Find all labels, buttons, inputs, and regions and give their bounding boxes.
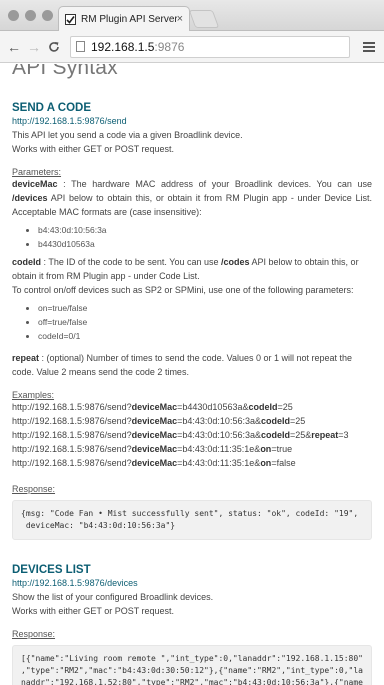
- devices-response-code: [{"name":"Living room remote ","int_type…: [12, 645, 372, 685]
- param-repeat-name: repeat: [12, 353, 40, 363]
- param-codeid-text: : The ID of the code to be sent. You can…: [41, 257, 221, 267]
- param-devicemac-text: : The hardware MAC address of your Broad…: [57, 179, 372, 189]
- back-button[interactable]: ←: [6, 39, 22, 55]
- devices-api-ref: /devices: [12, 193, 48, 203]
- onoff-text: To control on/off devices such as SP2 or…: [12, 285, 354, 295]
- param-devicemac-name: deviceMac: [12, 179, 58, 189]
- browser-tab[interactable]: RM Plugin API Server ×: [58, 6, 190, 31]
- page-title: API Syntax: [12, 64, 118, 79]
- list-item: on=true/false: [38, 301, 372, 315]
- param-repeat-text: : (optional) Number of times to send the…: [12, 353, 353, 377]
- list-item: b4:43:0d:10:56:3a: [38, 223, 372, 237]
- window-titlebar: RM Plugin API Server ×: [0, 0, 384, 31]
- tab-title: RM Plugin API Server: [81, 13, 177, 25]
- tab-close-icon[interactable]: ×: [177, 13, 183, 25]
- send-heading: SEND A CODE: [12, 102, 92, 114]
- zoom-window-button[interactable]: [42, 10, 53, 21]
- onoff-params-list: on=true/false off=true/false codeId=0/1: [38, 301, 372, 343]
- minimize-window-button[interactable]: [25, 10, 36, 21]
- close-window-button[interactable]: [8, 10, 19, 21]
- send-response-label: Response:: [12, 484, 56, 494]
- page-content: API Syntax SEND A CODE http://192.168.1.…: [0, 64, 384, 685]
- send-desc-1: This API let you send a code via a given…: [12, 130, 243, 140]
- codes-api-ref: /codes: [220, 257, 250, 267]
- browser-toolbar: ← → 192.168.1.5:9876: [0, 31, 384, 63]
- example-line[interactable]: http://192.168.1.5:9876/send?deviceMac=b…: [12, 414, 372, 428]
- send-response-code: {msg: "Code Fan • Mist successfully sent…: [12, 500, 372, 540]
- favicon-icon: [65, 13, 76, 25]
- devices-heading: DEVICES LIST: [12, 564, 91, 576]
- menu-icon[interactable]: [360, 41, 378, 52]
- list-item: codeId=0/1: [38, 329, 372, 343]
- address-bar[interactable]: 192.168.1.5:9876: [70, 35, 350, 58]
- list-item: b4430d10563a: [38, 237, 372, 251]
- examples-list: http://192.168.1.5:9876/send?deviceMac=b…: [12, 400, 372, 470]
- send-url[interactable]: http://192.168.1.5:9876/send: [12, 116, 372, 126]
- reload-icon[interactable]: [46, 40, 62, 54]
- example-line[interactable]: http://192.168.1.5:9876/send?deviceMac=b…: [12, 442, 372, 456]
- window-controls: [8, 10, 53, 21]
- devices-url[interactable]: http://192.168.1.5:9876/devices: [12, 578, 372, 588]
- devices-response-label: Response:: [12, 629, 56, 639]
- example-line[interactable]: http://192.168.1.5:9876/send?deviceMac=b…: [12, 456, 372, 470]
- example-line[interactable]: http://192.168.1.5:9876/send?deviceMac=b…: [12, 428, 372, 442]
- param-codeid: codeId : The ID of the code to be sent. …: [12, 255, 372, 283]
- param-codeid-name: codeId: [12, 257, 42, 267]
- list-item: off=true/false: [38, 315, 372, 329]
- new-tab-button[interactable]: [188, 10, 220, 28]
- param-devicemac: deviceMac : The hardware MAC address of …: [12, 177, 372, 219]
- param-devicemac-text-2: API below to obtain this, or obtain it f…: [12, 193, 372, 217]
- example-line[interactable]: http://192.168.1.5:9876/send?deviceMac=b…: [12, 400, 372, 414]
- mac-formats-list: b4:43:0d:10:56:3a b4430d10563a: [38, 223, 372, 251]
- devices-desc-2: Works with either GET or POST request.: [12, 606, 175, 616]
- forward-button[interactable]: →: [26, 39, 42, 55]
- send-desc-2: Works with either GET or POST request.: [12, 144, 175, 154]
- param-repeat: repeat : (optional) Number of times to s…: [12, 351, 372, 379]
- url-host: 192.168.1.5: [91, 39, 155, 54]
- parameters-label: Parameters:: [12, 167, 62, 177]
- examples-label: Examples:: [12, 390, 55, 400]
- url-port: :9876: [154, 39, 185, 54]
- devices-desc-1: Show the list of your configured Broadli…: [12, 592, 214, 602]
- page-icon: [76, 41, 85, 52]
